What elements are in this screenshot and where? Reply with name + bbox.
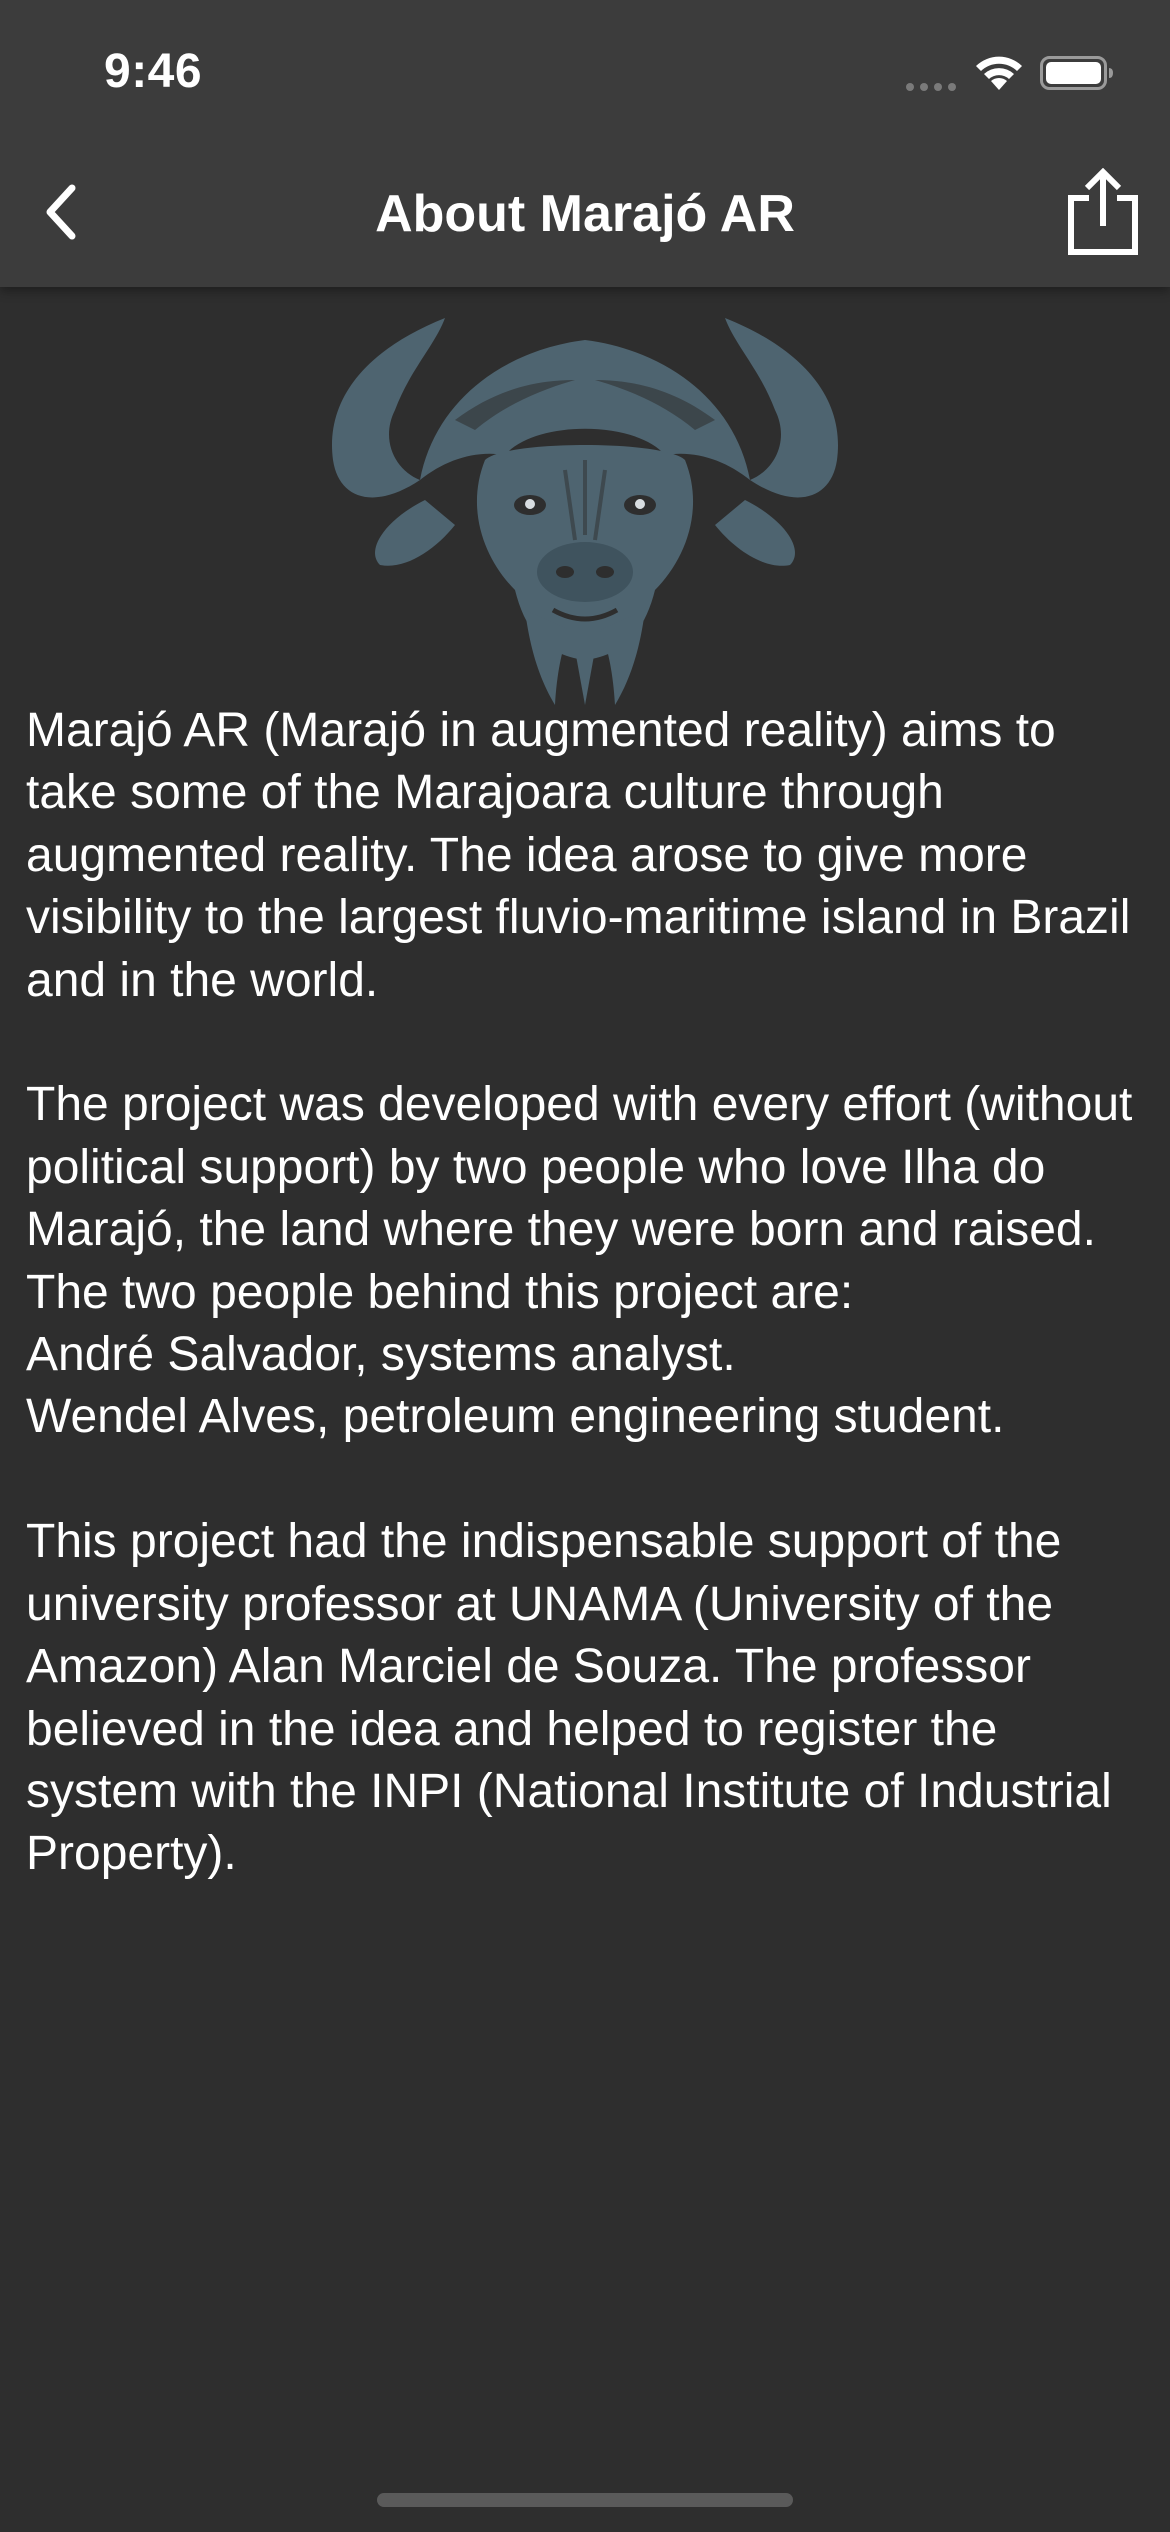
about-text: Marajó AR (Marajó in augmented reality) …	[26, 700, 1156, 1886]
about-screen: 9:46 About Marajó AR Marajó AR (Marajó i…	[0, 0, 1170, 2532]
navigation-header: 9:46 About Marajó AR	[0, 0, 1170, 287]
battery-icon	[1040, 56, 1113, 90]
home-indicator[interactable]	[377, 2493, 793, 2507]
cellular-signal-icon	[906, 83, 956, 91]
share-button[interactable]	[1065, 168, 1141, 258]
about-paragraph-3: This project had the indispensable suppo…	[26, 1515, 1112, 1881]
share-icon	[1068, 168, 1138, 255]
about-paragraph-1: Marajó AR (Marajó in augmented reality) …	[26, 704, 1131, 1007]
page-title: About Marajó AR	[375, 185, 795, 243]
about-paragraph-2: The project was developed with every eff…	[26, 1078, 1133, 1444]
status-bar-time: 9:46	[104, 45, 203, 98]
wifi-icon	[976, 56, 1022, 90]
buffalo-head-logo	[331, 318, 839, 705]
